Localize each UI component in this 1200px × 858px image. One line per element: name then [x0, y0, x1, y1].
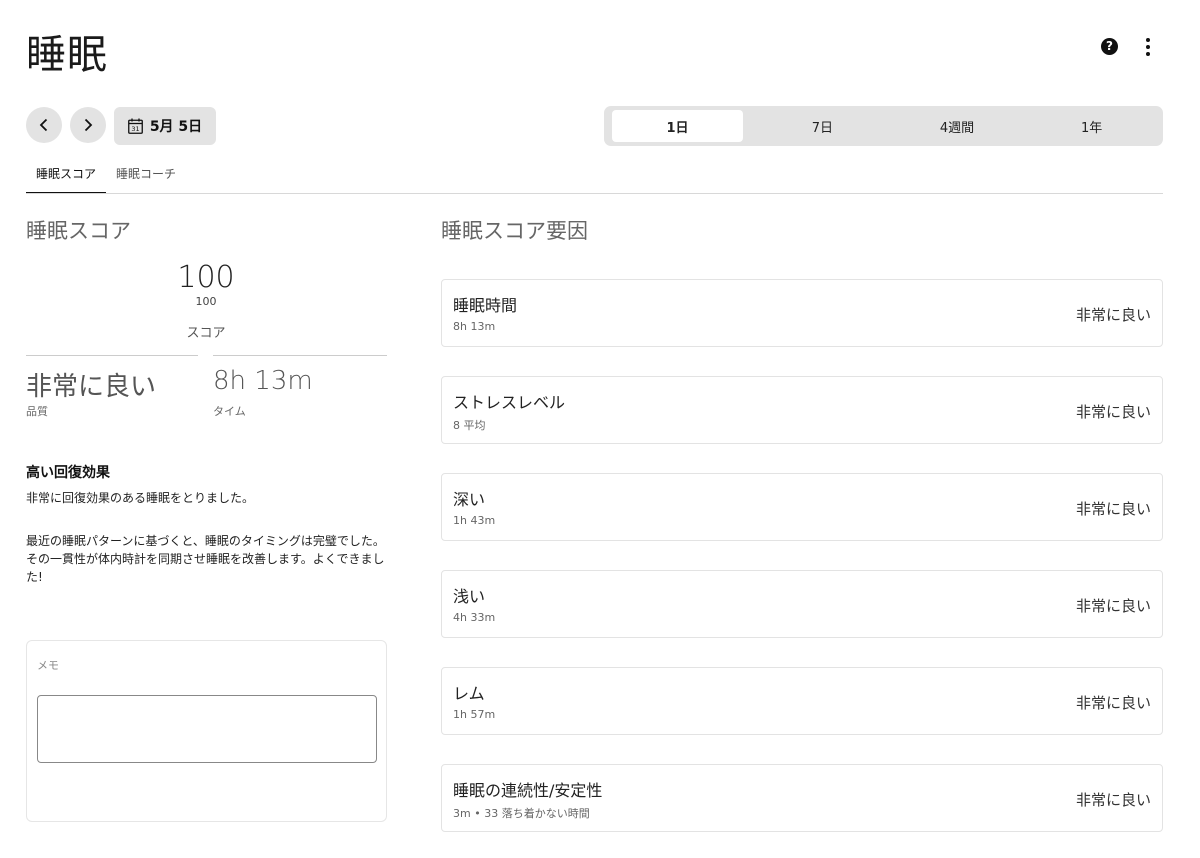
calendar-icon: 31 [127, 118, 143, 134]
restoration-text-1: 非常に回復効果のある睡眠をとりました。 [26, 491, 255, 505]
sub-tabs: 睡眠スコア 睡眠コーチ [26, 162, 186, 194]
factor-card-duration[interactable]: 睡眠時間 8h 13m 非常に良い [441, 279, 1163, 347]
help-icon[interactable]: ? [1101, 38, 1118, 55]
factor-rating: 非常に良い [1075, 403, 1151, 421]
memo-input[interactable] [37, 695, 377, 763]
factor-detail: 4h 33m [453, 611, 496, 624]
quality-label: 品質 [26, 405, 48, 418]
more-options-icon[interactable] [1140, 36, 1156, 58]
tab-sleep-coach[interactable]: 睡眠コーチ [106, 162, 186, 194]
factor-name: レム [453, 684, 485, 703]
factor-card-continuity[interactable]: 睡眠の連続性/安定性 3m • 33 落ち着かない時間 非常に良い [441, 764, 1163, 832]
tab-4-weeks[interactable]: 4週間 [890, 110, 1025, 142]
sleep-score-max: 100 [195, 295, 217, 308]
factor-rating: 非常に良い [1075, 306, 1151, 324]
time-value: 8h 13m [213, 366, 313, 396]
quality-divider [26, 355, 198, 356]
previous-day-button[interactable] [26, 107, 62, 143]
factor-rating: 非常に良い [1075, 597, 1151, 615]
sleep-score-value: 100 [177, 260, 235, 295]
tab-sleep-score[interactable]: 睡眠スコア [26, 162, 107, 194]
factor-detail: 3m • 33 落ち着かない時間 [453, 807, 590, 820]
factor-detail: 1h 57m [453, 708, 496, 721]
date-picker-button[interactable]: 31 5月 5日 [114, 107, 216, 145]
factor-rating: 非常に良い [1075, 791, 1151, 809]
time-label: タイム [213, 405, 246, 418]
tab-1-day[interactable]: 1日 [612, 110, 743, 142]
time-divider [213, 355, 387, 356]
chevron-right-icon [84, 118, 93, 132]
range-tab-group: 1日 7日 4週間 1年 [604, 106, 1163, 146]
next-day-button[interactable] [70, 107, 106, 143]
factor-detail: 8 平均 [453, 419, 486, 432]
memo-label: メモ [37, 659, 59, 672]
memo-card: メモ [26, 640, 387, 822]
factor-rating: 非常に良い [1075, 500, 1151, 518]
calendar-day-text: 31 [131, 125, 139, 133]
quality-value: 非常に良い [26, 372, 157, 402]
factor-detail: 1h 43m [453, 514, 496, 527]
factor-name: 睡眠の連続性/安定性 [453, 781, 603, 800]
factor-name: ストレスレベル [453, 393, 566, 412]
tab-1-year[interactable]: 1年 [1024, 110, 1159, 142]
restoration-text-2: 最近の睡眠パターンに基づくと、睡眠のタイミングは完璧でした。その一貫性が体内時計… [26, 534, 385, 584]
factor-name: 浅い [453, 587, 486, 606]
factor-card-light[interactable]: 浅い 4h 33m 非常に良い [441, 570, 1163, 638]
sleep-page: 睡眠 ? 31 5月 5日 1日 7日 4週間 1年 睡眠スコア 睡眠コーチ 睡… [0, 0, 1200, 858]
factors-heading: 睡眠スコア要因 [441, 219, 588, 243]
factor-name: 睡眠時間 [453, 296, 518, 315]
current-date-label: 5月 5日 [149, 119, 203, 135]
sleep-score-heading: 睡眠スコア [26, 219, 131, 243]
chevron-left-icon [39, 118, 48, 132]
tab-7-days[interactable]: 7日 [755, 110, 890, 142]
factor-card-stress[interactable]: ストレスレベル 8 平均 非常に良い [441, 376, 1163, 444]
sleep-score-label: スコア [186, 326, 226, 341]
tabs-divider [26, 193, 1163, 194]
factor-card-rem[interactable]: レム 1h 57m 非常に良い [441, 667, 1163, 735]
page-title: 睡眠 [26, 32, 108, 78]
factor-rating: 非常に良い [1075, 694, 1151, 712]
restoration-title: 高い回復効果 [26, 465, 110, 481]
factor-detail: 8h 13m [453, 320, 496, 333]
factor-name: 深い [453, 490, 486, 509]
factor-card-deep[interactable]: 深い 1h 43m 非常に良い [441, 473, 1163, 541]
